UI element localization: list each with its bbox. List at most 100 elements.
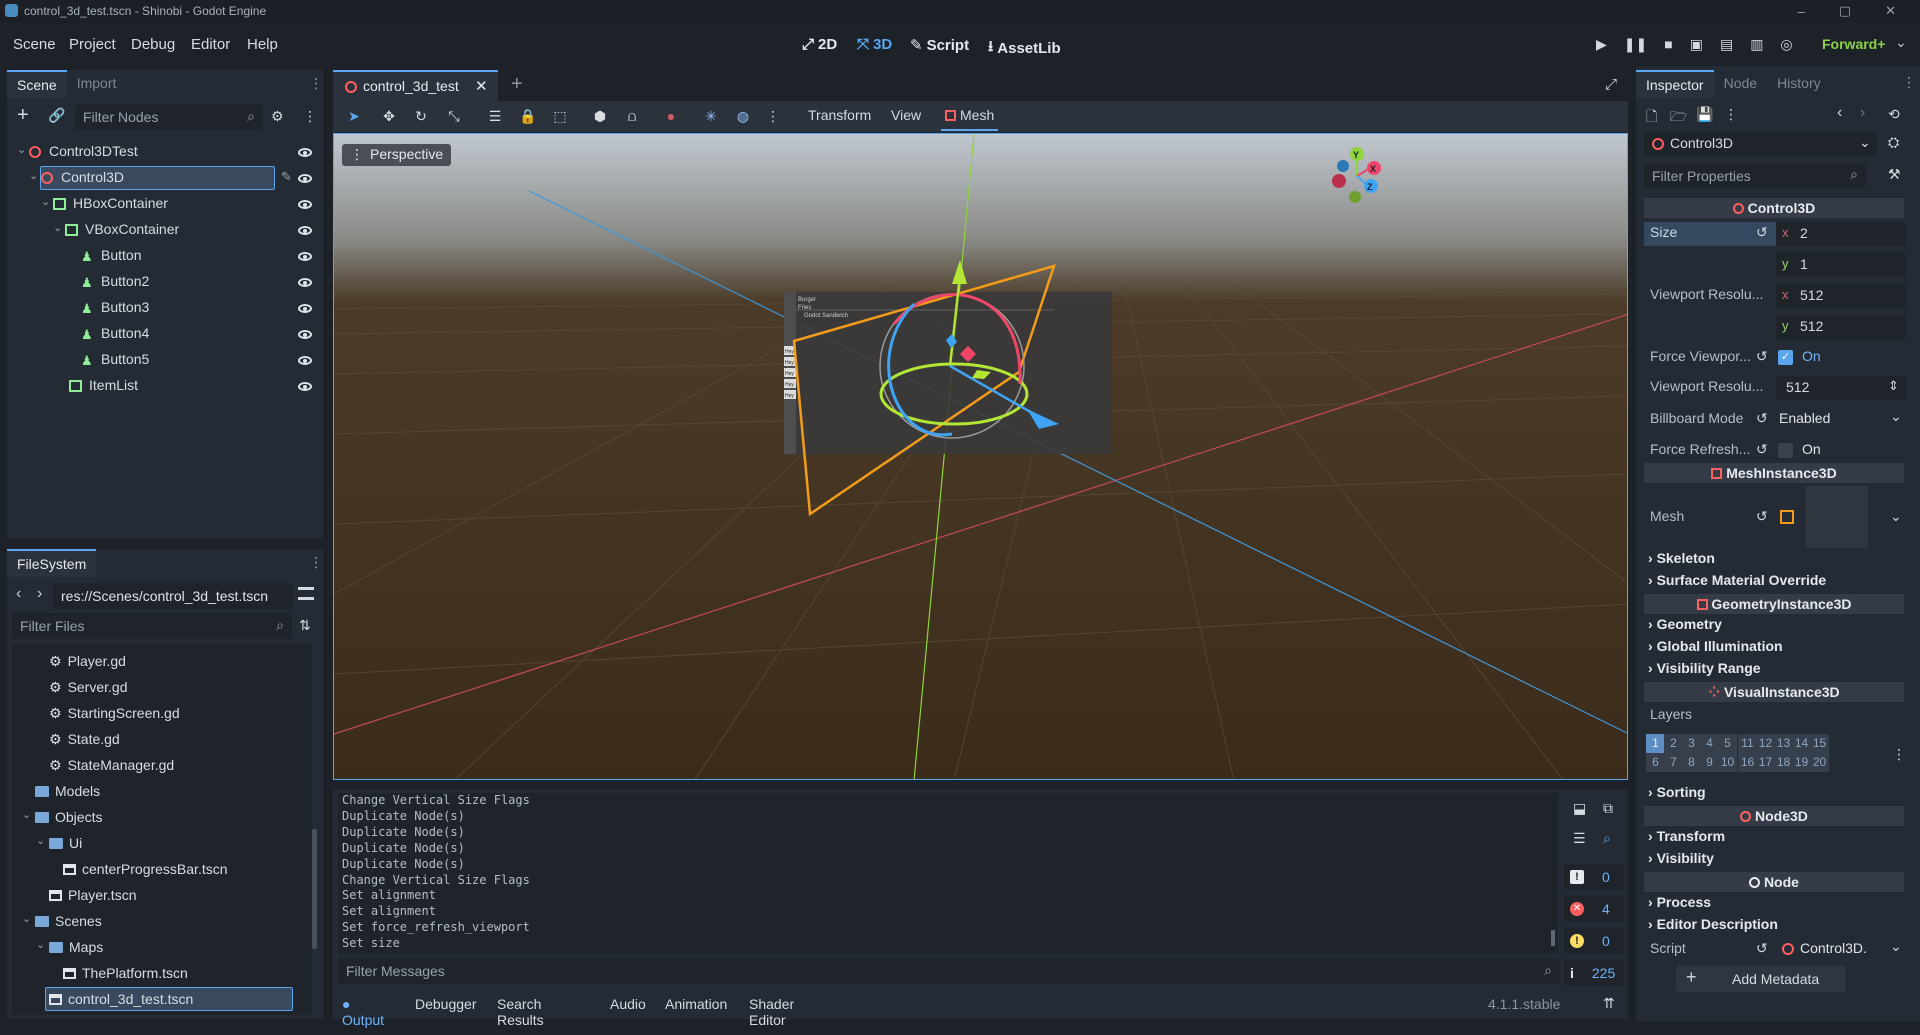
mode-assetlib-button[interactable]: ⭳ AssetLib	[988, 36, 1061, 61]
scene-tree-item[interactable]: ⌄ Control3D ✎	[7, 166, 323, 190]
file-item[interactable]: ⌄ Maps	[36, 935, 103, 959]
file-item[interactable]: centerProgressBar.tscn	[63, 857, 228, 881]
layer-cell[interactable]: 6	[1646, 753, 1665, 772]
expand-icon[interactable]: ⌄	[17, 143, 26, 156]
layer-cell[interactable]: 8	[1682, 753, 1701, 772]
tab-output[interactable]: ● Output	[342, 996, 384, 1028]
tab-filesystem[interactable]: FileSystem	[7, 549, 97, 577]
subsection-geometry[interactable]: › Geometry	[1648, 616, 1722, 632]
file-item[interactable]: ⚙ State.gd	[49, 727, 120, 751]
menu-project[interactable]: Project	[69, 36, 116, 53]
layer-cell[interactable]: 7	[1664, 753, 1683, 772]
tab-shader-editor[interactable]: Shader Editor	[749, 996, 794, 1028]
visibility-eye-icon[interactable]	[298, 226, 312, 235]
scale-mode-icon[interactable]: ⤡	[446, 108, 462, 124]
group-icon[interactable]: ⬚	[552, 108, 568, 124]
local-space-icon[interactable]: ⬢	[592, 108, 608, 124]
viewport-res-x-field[interactable]: x 512	[1776, 284, 1906, 308]
filter-messages-input[interactable]: Filter Messages ⌕	[338, 958, 1560, 984]
chevron-down-icon[interactable]: ⌄	[1890, 408, 1902, 425]
play-scene-icon[interactable]: ▤	[1720, 36, 1733, 53]
tab-debugger[interactable]: Debugger	[415, 996, 477, 1012]
maximize-icon[interactable]: ▢	[1839, 3, 1851, 19]
menu-help[interactable]: Help	[247, 36, 278, 53]
layer-cell[interactable]: 14	[1792, 734, 1811, 753]
subsection-process[interactable]: › Process	[1648, 894, 1711, 910]
filter-nodes-input[interactable]: Filter Nodes ⌕	[75, 104, 263, 130]
messages-filter-button[interactable]: ! 0	[1564, 864, 1624, 890]
expand-icon[interactable]: ⌄	[36, 834, 45, 847]
scene-tree-item[interactable]: ⌄ HBoxContainer	[7, 192, 323, 216]
layer-cell[interactable]: 12	[1756, 734, 1775, 753]
expand-icon[interactable]: ⌄	[53, 221, 62, 234]
tab-import[interactable]: Import	[67, 70, 127, 98]
subsection-global-illumination[interactable]: › Global Illumination	[1648, 638, 1783, 654]
collapse-icon[interactable]: ☰	[1573, 830, 1586, 847]
filter-search-icon[interactable]: ⌕	[1603, 830, 1611, 847]
back-icon[interactable]: ‹	[16, 585, 21, 603]
mode-script-button[interactable]: ✎ Script	[910, 36, 969, 55]
visibility-eye-icon[interactable]	[298, 252, 312, 261]
layer-cell[interactable]: 13	[1774, 734, 1793, 753]
expand-icon[interactable]: ⌄	[36, 938, 45, 951]
scene-tree-item[interactable]: ♟ Button3	[7, 296, 323, 320]
layer-cell[interactable]: 11	[1738, 734, 1757, 753]
scene-dock-menu-icon[interactable]: ⋮	[309, 75, 323, 92]
visibility-eye-icon[interactable]	[298, 304, 312, 313]
billboard-mode-value[interactable]: Enabled	[1779, 410, 1830, 426]
scene-tree-item[interactable]: ♟ Button	[7, 244, 323, 268]
script-value[interactable]: Control3D.	[1800, 940, 1867, 956]
scene-tab-control-3d-test[interactable]: control_3d_test ✕	[333, 70, 498, 102]
size-y-field[interactable]: y 1	[1776, 253, 1906, 277]
path-field[interactable]: res://Scenes/control_3d_test.tscn	[53, 583, 293, 609]
scene-tree-item[interactable]: ♟ Button4	[7, 322, 323, 346]
file-item[interactable]: Player.tscn	[49, 883, 136, 907]
3d-viewport[interactable]: Burger Fries Godot Sandwich Hey Hey Hey …	[333, 133, 1628, 780]
add-node-icon[interactable]: +	[17, 104, 29, 127]
file-item[interactable]: ⚙ StateManager.gd	[49, 753, 174, 777]
layer-cell[interactable]: 4	[1700, 734, 1719, 753]
property-tools-icon[interactable]: ⚒	[1888, 166, 1901, 183]
forward-icon[interactable]: ›	[37, 585, 42, 603]
subsection-sorting[interactable]: › Sorting	[1648, 784, 1706, 800]
list-select-icon[interactable]: ☰	[487, 108, 503, 124]
layer-cell[interactable]: 1	[1646, 734, 1665, 753]
revert-icon[interactable]: ↺	[1756, 441, 1768, 458]
file-scrollbar[interactable]	[312, 829, 317, 949]
info-filter-button[interactable]: i 225	[1564, 960, 1624, 986]
tab-history[interactable]: History	[1767, 70, 1831, 98]
scene-tree-item[interactable]: ⌄ VBoxContainer	[7, 218, 323, 242]
force-refresh-checkbox[interactable]	[1778, 443, 1793, 458]
subsection-visibility-range[interactable]: › Visibility Range	[1648, 660, 1761, 676]
file-item[interactable]: ⚙ Player.gd	[49, 649, 126, 673]
file-item[interactable]: ⚙ Server.gd	[49, 675, 128, 699]
history-forward-icon[interactable]: ›	[1860, 104, 1865, 122]
scene-tree-menu-icon[interactable]: ⋮	[303, 108, 317, 125]
file-item[interactable]: control_3d_test.tscn	[45, 987, 293, 1011]
remote-debug-icon[interactable]: ▣	[1690, 36, 1703, 53]
snap-icon[interactable]: ⩍	[624, 108, 640, 124]
scene-tree-item[interactable]: ♟ Button2	[7, 270, 323, 294]
layers-menu-icon[interactable]: ⋮	[1892, 746, 1906, 763]
layer-cell[interactable]: 16	[1738, 753, 1757, 772]
menu-scene[interactable]: Scene	[13, 36, 56, 53]
revert-icon[interactable]: ↺	[1756, 508, 1768, 525]
copy-output-icon[interactable]: ⧉	[1603, 800, 1613, 817]
visibility-eye-icon[interactable]	[298, 356, 312, 365]
layer-cell[interactable]: 9	[1700, 753, 1719, 772]
add-metadata-button[interactable]: + Add Metadata	[1676, 966, 1846, 992]
environment-icon[interactable]: ◍	[735, 108, 751, 124]
view-menu[interactable]: View	[891, 107, 921, 123]
distraction-free-icon[interactable]: ⤢	[1605, 76, 1617, 93]
layer-cell[interactable]: 17	[1756, 753, 1775, 772]
new-resource-icon[interactable]: 🗋	[1646, 106, 1657, 130]
renderer-chevron-icon[interactable]: ⌄	[1895, 34, 1907, 51]
log-scrollbar[interactable]	[1551, 930, 1555, 946]
menu-editor[interactable]: Editor	[191, 36, 230, 53]
subsection-skeleton[interactable]: › Skeleton	[1648, 550, 1715, 566]
size-x-field[interactable]: x 2	[1776, 222, 1906, 246]
sort-icon[interactable]: ⇅	[299, 617, 311, 634]
revert-icon[interactable]: ↺	[1756, 348, 1768, 365]
subsection-visibility[interactable]: › Visibility	[1648, 850, 1714, 866]
file-item[interactable]: ⚙ StartingScreen.gd	[49, 701, 180, 725]
